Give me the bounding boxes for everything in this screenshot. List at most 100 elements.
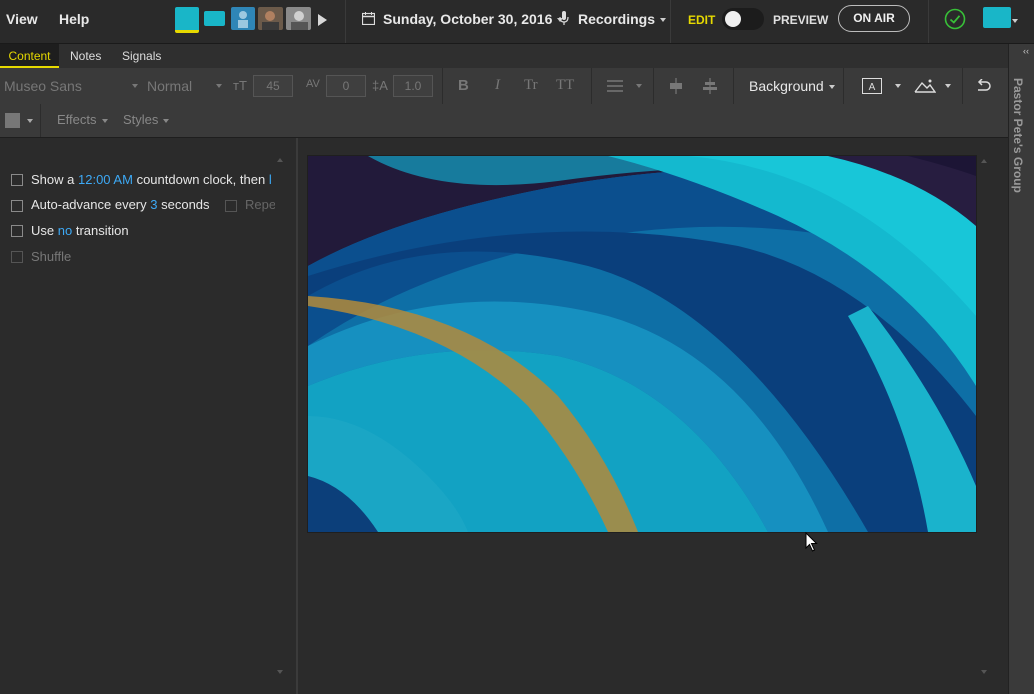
check-circle-icon[interactable] <box>944 8 966 30</box>
title-case-button[interactable]: Tr <box>524 77 538 94</box>
font-size-input[interactable]: 45 <box>253 75 293 97</box>
scroll-down-arrow[interactable] <box>277 670 283 674</box>
font-size-icon: ᴛT <box>233 78 247 93</box>
tracking-value: 0 <box>342 79 350 93</box>
countdown-option: Show a 12:00 AM countdown clock, then l <box>31 172 272 187</box>
auto-advance-checkbox[interactable] <box>11 200 23 212</box>
service-thumbnail-1[interactable] <box>175 7 199 33</box>
divider <box>442 68 443 104</box>
background-dropdown[interactable]: Background <box>749 78 835 94</box>
tab-notes[interactable]: Notes <box>70 44 101 68</box>
chevron-down-icon[interactable] <box>1012 19 1018 23</box>
countdown-suffix: countdown clock, then <box>136 172 266 187</box>
transition-value[interactable]: no <box>58 223 72 238</box>
italic-button[interactable]: I <box>495 77 500 94</box>
service-thumbnail-2[interactable] <box>204 11 225 26</box>
background-image <box>308 156 976 532</box>
background-label: Background <box>749 78 824 94</box>
slide-options-panel: Show a 12:00 AM countdown clock, then l … <box>0 138 296 694</box>
align-left-objects-icon[interactable] <box>668 78 684 94</box>
divider <box>670 0 671 43</box>
line-height-icon: ‡A <box>372 78 388 93</box>
scroll-up-arrow[interactable] <box>277 158 283 162</box>
svg-text:A: A <box>869 82 876 93</box>
transition-prefix: Use <box>31 223 55 238</box>
group-label-container: Pastor Pete's Group <box>1007 78 1033 218</box>
chevron-down-icon <box>163 118 170 123</box>
repeat-label: Repe <box>245 197 275 212</box>
divider <box>591 68 592 104</box>
menu-view[interactable]: View <box>6 11 38 27</box>
canvas-scroll-down-arrow[interactable] <box>981 670 987 674</box>
color-swatch[interactable] <box>5 113 20 128</box>
chevron-down-icon <box>636 84 642 88</box>
line-height-value: 1.0 <box>404 79 422 93</box>
avatar-thumbnail-2[interactable] <box>286 7 311 30</box>
calendar-icon <box>362 12 375 25</box>
collapse-chevrons-icon[interactable]: ‹‹ <box>1023 46 1029 56</box>
chevron-down-icon <box>132 84 138 88</box>
recordings-label: Recordings <box>578 11 656 27</box>
effects-label: Effects <box>57 112 97 127</box>
tab-content[interactable]: Content <box>0 44 59 68</box>
chevron-down-icon[interactable] <box>945 84 951 88</box>
tracking-icon: AV <box>306 78 320 90</box>
chevron-down-icon <box>660 18 667 23</box>
service-thumbnail-3[interactable] <box>231 7 255 30</box>
tab-signals[interactable]: Signals <box>122 44 161 68</box>
avatar-thumbnail-1[interactable] <box>258 7 283 30</box>
divider <box>843 68 844 104</box>
on-air-button[interactable]: ON AIR <box>838 5 910 32</box>
auto-advance-seconds[interactable]: 3 <box>150 197 157 212</box>
preview-mode-label: PREVIEW <box>773 13 829 27</box>
divider <box>40 104 41 137</box>
align-center-objects-icon[interactable] <box>702 78 718 94</box>
panel-splitter[interactable] <box>296 138 298 694</box>
microphone-icon <box>559 11 569 25</box>
chevron-down-icon[interactable] <box>895 84 901 88</box>
countdown-checkbox[interactable] <box>11 174 23 186</box>
divider <box>962 68 963 104</box>
transition-suffix: transition <box>75 223 129 238</box>
date-selector[interactable]: Sunday, October 30, 2016 <box>383 11 564 27</box>
transition-checkbox[interactable] <box>11 225 23 237</box>
edit-preview-toggle[interactable] <box>722 8 764 30</box>
date-label: Sunday, October 30, 2016 <box>383 11 553 27</box>
effects-dropdown[interactable]: Effects <box>57 112 108 127</box>
countdown-prefix: Show a <box>31 172 75 187</box>
font-family-select[interactable]: Museo Sans <box>4 78 82 94</box>
repeat-checkbox[interactable] <box>225 200 237 212</box>
bold-button[interactable]: B <box>458 77 469 94</box>
uppercase-button[interactable]: TT <box>556 77 574 94</box>
top-bar: View Help Sunday, October 30, 2016 Recor… <box>0 0 1034 44</box>
countdown-time[interactable]: 12:00 AM <box>78 172 133 187</box>
line-height-input[interactable]: 1.0 <box>393 75 433 97</box>
styles-dropdown[interactable]: Styles <box>123 112 170 127</box>
account-thumbnail[interactable] <box>983 7 1011 28</box>
font-weight-select[interactable]: Normal <box>147 78 192 94</box>
styles-label: Styles <box>123 112 159 127</box>
text-toolbar: Museo Sans Normal ᴛT 45 AV 0 ‡A 1.0 B I … <box>0 68 1008 105</box>
recordings-dropdown[interactable]: Recordings <box>578 11 667 27</box>
align-icon[interactable] <box>607 80 623 92</box>
edit-mode-label: EDIT <box>688 13 716 27</box>
chevron-down-icon[interactable] <box>27 119 33 123</box>
menu-help[interactable]: Help <box>59 11 89 27</box>
play-arrow-icon[interactable] <box>318 14 327 26</box>
countdown-trail[interactable]: l <box>269 172 272 187</box>
undo-icon[interactable] <box>975 79 991 93</box>
mouse-cursor-icon <box>805 532 818 552</box>
divider <box>733 68 734 104</box>
divider <box>653 68 654 104</box>
divider <box>928 0 929 43</box>
group-name-label: Pastor Pete's Group <box>1011 78 1025 193</box>
image-icon[interactable] <box>914 78 936 94</box>
font-size-value: 45 <box>266 79 280 93</box>
slide-preview[interactable] <box>307 155 977 533</box>
text-box-icon[interactable]: A <box>862 78 882 94</box>
chevron-down-icon <box>101 118 108 123</box>
tracking-input[interactable]: 0 <box>326 75 366 97</box>
canvas-scroll-up-arrow[interactable] <box>981 159 987 163</box>
auto-advance-option: Auto-advance every 3 seconds <box>31 197 210 212</box>
shuffle-checkbox[interactable] <box>11 251 23 263</box>
